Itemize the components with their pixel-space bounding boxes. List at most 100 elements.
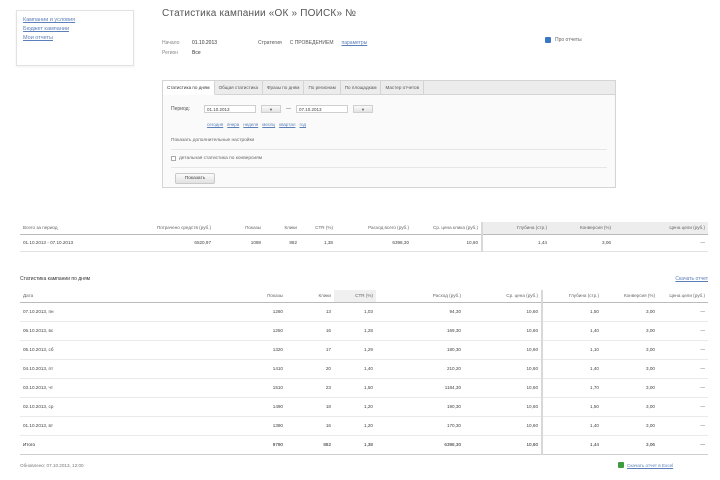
cell: 6520,97 <box>128 234 214 252</box>
calendar-to-button[interactable]: ▾ <box>353 105 373 113</box>
cell: 180,30 <box>376 340 464 360</box>
date-dash: — <box>286 106 291 112</box>
summary-row: 01.10.2013 - 07.10.2013 6520,97 1098 882… <box>20 234 708 252</box>
col-header[interactable]: Конверсия (%) <box>550 222 614 235</box>
col-header[interactable]: CTR (%) <box>334 290 376 303</box>
cell: 3,06 <box>550 234 614 252</box>
cell: 17 <box>286 340 334 360</box>
show-report-button[interactable]: Показать <box>175 173 215 184</box>
nav-link-campaigns[interactable]: Кампании и условия <box>23 16 127 25</box>
download-excel-link[interactable]: Скачать отчет в Excel <box>618 462 673 468</box>
help-link[interactable]: Про отчеты <box>545 37 582 43</box>
col-header[interactable]: Расход (руб.) <box>376 290 464 303</box>
cell: 16 <box>286 416 334 436</box>
conversion-checkbox[interactable] <box>171 156 176 161</box>
tab-wizard[interactable]: Мастер отчетов <box>381 81 425 94</box>
quick-link-quarter[interactable]: квартал <box>279 122 295 127</box>
col-header[interactable]: Цена цели (руб.) <box>658 290 708 303</box>
cell: 10,60 <box>464 340 542 360</box>
cell: 23 <box>286 378 334 398</box>
export-link[interactable]: Скачать отчет <box>675 276 708 286</box>
calendar-from-button[interactable]: ▾ <box>261 105 281 113</box>
date-from-input[interactable]: 01.10.2013 <box>204 105 256 113</box>
meta-key: Регион <box>162 50 179 56</box>
col-header[interactable]: Клики <box>286 290 334 303</box>
cell: 1250 <box>230 321 286 341</box>
cell: 3,00 <box>602 321 658 341</box>
col-header[interactable]: Ср. цена (руб.) <box>464 290 542 303</box>
report-tabs: Статистика по дням Общая статистика Фраз… <box>163 81 615 95</box>
col-header[interactable]: Глубина (стр.) <box>481 222 550 235</box>
cell: 1260 <box>230 302 286 322</box>
quick-link-year[interactable]: год <box>299 122 306 127</box>
meta-key: Начало <box>162 40 180 46</box>
tab-regions[interactable]: По регионам <box>304 81 341 94</box>
cell: — <box>658 416 708 436</box>
strategy-meta: Стратегия С ПРОВЕДЕНИЕМ параметры <box>258 38 367 48</box>
col-header[interactable]: Цена цели (руб.) <box>614 222 708 235</box>
cell: — <box>658 435 708 455</box>
help-label: Про отчеты <box>555 37 582 43</box>
col-header[interactable]: Глубина (стр.) <box>541 290 602 303</box>
col-header[interactable]: Конверсия (%) <box>602 290 658 303</box>
col-header[interactable]: Показы <box>214 222 264 235</box>
daily-section-header: Статистика кампании по дням Скачать отче… <box>20 276 708 286</box>
col-header[interactable]: Расход всего (руб.) <box>336 222 412 235</box>
daily-table: Дата Показы Клики CTR (%) Расход (руб.) … <box>20 290 708 455</box>
cell: 170,30 <box>376 416 464 436</box>
cell: 1,40 <box>541 359 602 379</box>
cell: 1,29 <box>334 340 376 360</box>
quick-link-today[interactable]: сегодня <box>207 122 223 127</box>
cell: 20 <box>286 359 334 379</box>
summary-table: Всего за период Потрачено средств (руб.)… <box>20 222 708 252</box>
cell: 10,60 <box>412 234 482 252</box>
col-header[interactable]: Дата <box>20 290 230 303</box>
nav-link-reports[interactable]: Мои отчеты <box>23 34 127 43</box>
cell: — <box>658 359 708 379</box>
extra-settings-label[interactable]: Показать дополнительные настройки <box>171 138 254 143</box>
tab-sites[interactable]: По площадкам <box>341 81 382 94</box>
cell: — <box>658 340 708 360</box>
tab-daily[interactable]: Статистика по дням <box>163 81 215 95</box>
cell: 1,38 <box>334 435 376 455</box>
summary-header-row: Всего за период Потрачено средств (руб.)… <box>20 222 708 235</box>
quick-link-week[interactable]: неделя <box>243 122 258 127</box>
cell: 1,20 <box>334 416 376 436</box>
col-header[interactable]: Клики <box>264 222 300 235</box>
cell: 1098 <box>214 234 264 252</box>
quick-link-month[interactable]: месяц <box>262 122 275 127</box>
cell: 16 <box>286 321 334 341</box>
table-row: 01.10.2013, вт 1390 16 1,20 170,30 10,60 1,40 3… <box>20 416 708 436</box>
col-header[interactable]: Потрачено средств (руб.) <box>128 222 214 235</box>
quick-link-yesterday[interactable]: вчера <box>227 122 239 127</box>
cell: 9790 <box>230 435 286 455</box>
col-header[interactable]: Ср. цена клика (руб.) <box>412 222 482 235</box>
divider <box>171 167 607 168</box>
col-header[interactable]: CTR (%) <box>300 222 336 235</box>
cell: 1,50 <box>541 397 602 417</box>
tab-general[interactable]: Общая статистика <box>215 81 264 94</box>
help-icon <box>545 37 551 43</box>
cell: 1,10 <box>541 340 602 360</box>
strategy-link[interactable]: параметры <box>342 38 368 48</box>
cell: 18 <box>286 397 334 417</box>
date-cell: 05.10.2013, сб <box>20 340 230 360</box>
nav-link-budget[interactable]: Бюджет кампании <box>23 25 127 34</box>
conversion-option[interactable]: детальная статистика по конверсиям <box>171 156 262 161</box>
cell: 1,38 <box>300 234 336 252</box>
cell: — <box>658 321 708 341</box>
excel-icon <box>618 462 624 468</box>
strategy-value: С ПРОВЕДЕНИЕМ <box>289 40 334 46</box>
cell: 1,44 <box>541 435 602 455</box>
col-header[interactable]: Показы <box>230 290 286 303</box>
cell: 10,60 <box>464 435 542 455</box>
cell: — <box>658 397 708 417</box>
col-header[interactable]: Всего за период <box>20 222 128 235</box>
tab-phrases[interactable]: Фразы по дням <box>263 81 305 94</box>
cell: 1,28 <box>334 321 376 341</box>
cell: — <box>614 234 708 252</box>
date-cell: 04.10.2013, пт <box>20 359 230 379</box>
date-to-input[interactable]: 07.10.2013 <box>296 105 348 113</box>
cell: 1,50 <box>541 302 602 322</box>
meta-value: Все <box>192 50 201 56</box>
